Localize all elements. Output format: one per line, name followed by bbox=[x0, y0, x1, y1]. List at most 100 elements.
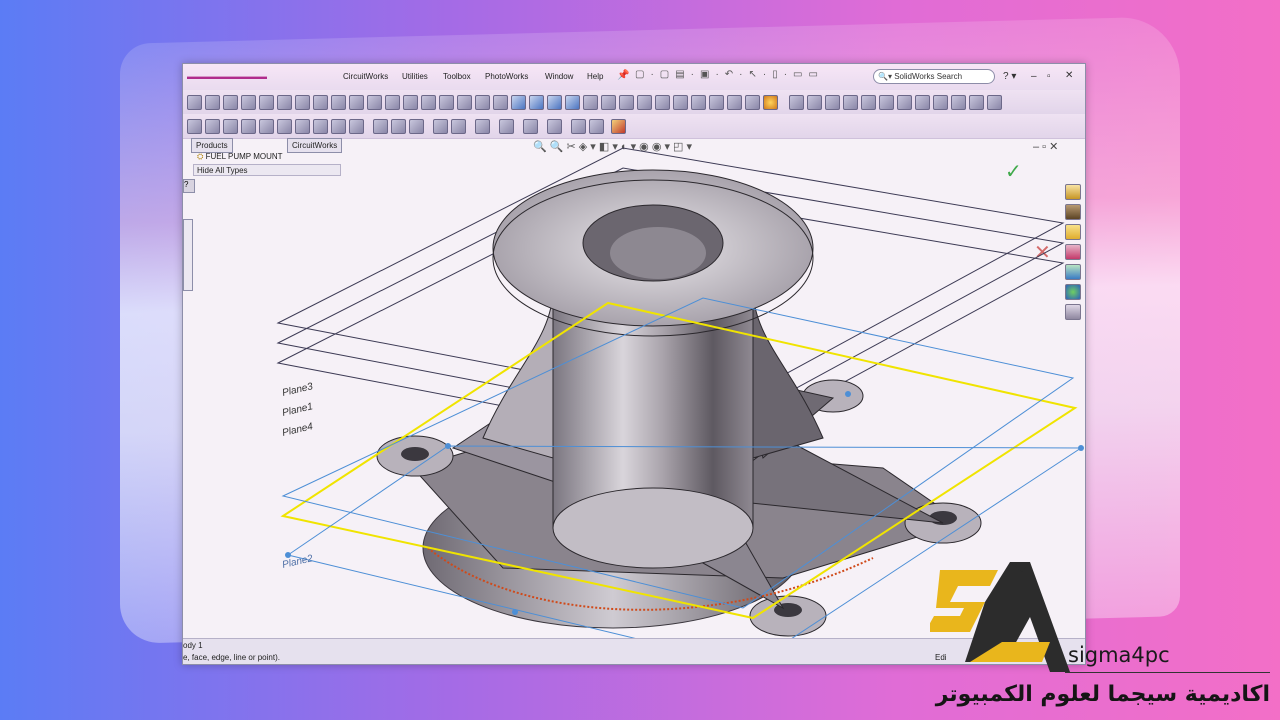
toolbar-icon-36[interactable] bbox=[915, 95, 930, 110]
toolbar-icon-37[interactable] bbox=[933, 95, 948, 110]
toolbar-icon-25[interactable] bbox=[691, 95, 706, 110]
plane3-label[interactable]: Plane3 bbox=[281, 381, 314, 399]
panel-help-icon[interactable]: ? bbox=[183, 179, 195, 193]
task-pane-library-icon[interactable] bbox=[1065, 204, 1081, 220]
sketch-icon-9[interactable] bbox=[331, 119, 346, 134]
toolbar-icon-18[interactable] bbox=[493, 95, 508, 110]
sketch-icon-11[interactable] bbox=[373, 119, 388, 134]
sketch-icon-12[interactable] bbox=[391, 119, 406, 134]
task-pane-scene-icon[interactable] bbox=[1065, 264, 1081, 280]
sketch-icon-13[interactable] bbox=[409, 119, 424, 134]
task-pane-appearance-icon[interactable] bbox=[1065, 244, 1081, 260]
menu-photoworks[interactable]: PhotoWorks bbox=[485, 72, 528, 81]
toolbar-icon-2[interactable] bbox=[205, 95, 220, 110]
toolbar-icon-32[interactable] bbox=[843, 95, 858, 110]
viewport-window-controls[interactable]: – ▫ ✕ bbox=[1033, 141, 1058, 153]
heads-up-toolbar[interactable]: 🔍 🔍 ✂ ◈ ▾ ◧ ▾ ◐ ▾ ◉ ◉ ▾ ◰ ▾ bbox=[533, 139, 693, 153]
feature-tree-root[interactable]: ⛭ FUEL PUMP MOUNT bbox=[197, 152, 283, 162]
toolbar-icon-12[interactable] bbox=[385, 95, 400, 110]
toolbar-icon-9[interactable] bbox=[331, 95, 346, 110]
sketch-icon-21[interactable] bbox=[589, 119, 604, 134]
toolbar-icon-14[interactable] bbox=[421, 95, 436, 110]
toolbar-icon-17[interactable] bbox=[475, 95, 490, 110]
restore-icon[interactable]: ▫ bbox=[1047, 71, 1051, 82]
cube-icon-3[interactable] bbox=[547, 95, 562, 110]
toolbar-icon-7[interactable] bbox=[295, 95, 310, 110]
toolbar-icon-24[interactable] bbox=[673, 95, 688, 110]
sketch-icon-1[interactable] bbox=[187, 119, 202, 134]
quick-access-icons[interactable]: ▢·▢▤·▣·↶·↖·▯·▭▭ bbox=[635, 69, 824, 80]
task-pane-resources-icon[interactable] bbox=[1065, 184, 1081, 200]
plane4-label[interactable]: Plane4 bbox=[281, 421, 314, 439]
task-pane-folder-icon[interactable] bbox=[1065, 224, 1081, 240]
toolbar-icon-30[interactable] bbox=[807, 95, 822, 110]
toolbar-icon-20[interactable] bbox=[601, 95, 616, 110]
toolbar-icon-35[interactable] bbox=[897, 95, 912, 110]
sketch-icon-16[interactable] bbox=[475, 119, 490, 134]
tab-circuitworks[interactable]: CircuitWorks bbox=[287, 138, 343, 153]
toolbar-icon-5[interactable] bbox=[259, 95, 274, 110]
menu-utilities[interactable]: Utilities bbox=[402, 72, 428, 81]
toolbar-icon-29[interactable] bbox=[789, 95, 804, 110]
toolbar-icon-16[interactable] bbox=[457, 95, 472, 110]
sketch-icon-10[interactable] bbox=[349, 119, 364, 134]
cube-icon-4[interactable] bbox=[565, 95, 580, 110]
sketch-icon-3[interactable] bbox=[223, 119, 238, 134]
toolbar-icon-8[interactable] bbox=[313, 95, 328, 110]
toolbar-icon-21[interactable] bbox=[619, 95, 634, 110]
toolbar-icon-15[interactable] bbox=[439, 95, 454, 110]
menu-toolbox[interactable]: Toolbox bbox=[443, 72, 471, 81]
sketch-icon-4[interactable] bbox=[241, 119, 256, 134]
toolbar-icon-19[interactable] bbox=[583, 95, 598, 110]
toolbar-icon-11[interactable] bbox=[367, 95, 382, 110]
cube-icon-2[interactable] bbox=[529, 95, 544, 110]
toolbar-icon-22[interactable] bbox=[637, 95, 652, 110]
task-pane-globe-icon[interactable] bbox=[1065, 284, 1081, 300]
sketch-icon-5[interactable] bbox=[259, 119, 274, 134]
cube-icon-1[interactable] bbox=[511, 95, 526, 110]
render-icon[interactable] bbox=[763, 95, 778, 110]
menu-help[interactable]: Help bbox=[587, 72, 603, 81]
pin-icon[interactable]: 📌 bbox=[617, 70, 629, 81]
panel-collapse-strip[interactable]: ? bbox=[183, 179, 195, 299]
minimize-icon[interactable]: – bbox=[1031, 71, 1037, 82]
sketch-icon-19[interactable] bbox=[547, 119, 562, 134]
tab-products[interactable]: Products bbox=[191, 138, 233, 153]
menu-window[interactable]: Window bbox=[545, 72, 573, 81]
toolbar-icon-23[interactable] bbox=[655, 95, 670, 110]
hide-types-filter[interactable]: Hide All Types bbox=[193, 164, 341, 176]
toolbar-icon-13[interactable] bbox=[403, 95, 418, 110]
close-icon[interactable]: ✕ bbox=[1065, 70, 1073, 81]
toolbar-icon-4[interactable] bbox=[241, 95, 256, 110]
task-pane-custom-icon[interactable] bbox=[1065, 304, 1081, 320]
smart-dimension-icon[interactable] bbox=[611, 119, 626, 134]
toolbar-icon-39[interactable] bbox=[969, 95, 984, 110]
toolbar-icon-6[interactable] bbox=[277, 95, 292, 110]
sketch-icon-14[interactable] bbox=[433, 119, 448, 134]
toolbar-icon-34[interactable] bbox=[879, 95, 894, 110]
toolbar-icon-27[interactable] bbox=[727, 95, 742, 110]
toolbar-icon-10[interactable] bbox=[349, 95, 364, 110]
sketch-icon-18[interactable] bbox=[523, 119, 538, 134]
plane1-label[interactable]: Plane1 bbox=[281, 401, 314, 419]
ok-check-icon[interactable]: ✓ bbox=[1005, 161, 1022, 183]
toolbar-icon-31[interactable] bbox=[825, 95, 840, 110]
menu-circuitworks[interactable]: CircuitWorks bbox=[343, 72, 388, 81]
sketch-icon-6[interactable] bbox=[277, 119, 292, 134]
toolbar-icon-40[interactable] bbox=[987, 95, 1002, 110]
search-input[interactable]: 🔍▾ SolidWorks Search bbox=[873, 69, 995, 84]
toolbar-icon-38[interactable] bbox=[951, 95, 966, 110]
sketch-icon-2[interactable] bbox=[205, 119, 220, 134]
toolbar-icon-1[interactable] bbox=[187, 95, 202, 110]
sketch-icon-7[interactable] bbox=[295, 119, 310, 134]
panel-scrollbar[interactable] bbox=[183, 219, 193, 291]
fuel-pump-mount-model[interactable] bbox=[376, 169, 982, 637]
toolbar-icon-26[interactable] bbox=[709, 95, 724, 110]
sketch-icon-17[interactable] bbox=[499, 119, 514, 134]
sketch-icon-8[interactable] bbox=[313, 119, 328, 134]
toolbar-icon-33[interactable] bbox=[861, 95, 876, 110]
help-icon[interactable]: ? ▾ bbox=[1003, 71, 1016, 82]
sketch-icon-15[interactable] bbox=[451, 119, 466, 134]
toolbar-icon-28[interactable] bbox=[745, 95, 760, 110]
toolbar-icon-3[interactable] bbox=[223, 95, 238, 110]
